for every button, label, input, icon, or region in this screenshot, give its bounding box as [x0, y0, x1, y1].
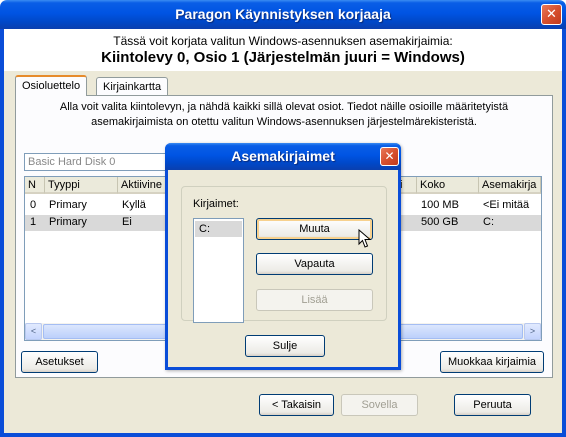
column-header-type[interactable]: Tyyppi: [45, 177, 118, 194]
apply-button: Sovella: [341, 394, 418, 416]
letters-list[interactable]: C:: [193, 218, 244, 323]
disk-select[interactable]: Basic Hard Disk 0: [24, 153, 174, 171]
cell-type: Primary: [49, 216, 87, 228]
chevron-right-icon: >: [529, 326, 536, 336]
cell-letter: <Ei mitää: [483, 199, 530, 211]
cell-n: 1: [30, 216, 37, 228]
dialog-close-button[interactable]: ✕: [380, 147, 399, 166]
scroll-right-button[interactable]: >: [524, 323, 541, 340]
add-letter-button-label: Lisää: [301, 294, 328, 306]
scroll-left-button[interactable]: <: [25, 323, 42, 340]
disk-select-value: Basic Hard Disk 0: [28, 156, 116, 168]
chevron-left-icon: <: [30, 326, 37, 336]
letters-label: Kirjaimet:: [193, 198, 239, 210]
cell-size: 500 GB: [421, 216, 459, 228]
dialog-close-button-label: Sulje: [272, 340, 298, 352]
apply-button-label: Sovella: [361, 399, 398, 411]
cell-letter: C:: [483, 216, 494, 228]
mouse-cursor-icon: [358, 229, 372, 248]
cancel-button-label: Peruuta: [473, 399, 512, 411]
settings-button-label: Asetukset: [35, 356, 84, 368]
dialog-titlebar[interactable]: Asemakirjaimet: [165, 143, 401, 170]
back-button-label: < Takaisin: [271, 399, 322, 411]
dialog-title: Asemakirjaimet: [231, 148, 335, 164]
tab-label: Osioluettelo: [22, 80, 81, 92]
close-icon: ✕: [546, 7, 557, 22]
column-header-n[interactable]: N: [25, 177, 45, 194]
edit-letters-button-label: Muokkaa kirjaimia: [447, 356, 537, 368]
release-letter-button-label: Vapauta: [294, 258, 335, 270]
list-item[interactable]: C:: [195, 221, 242, 237]
release-letter-button[interactable]: Vapauta: [256, 253, 373, 275]
panel-description: Alla voit valita kiintolevyn, ja nähdä k…: [59, 101, 509, 128]
window-titlebar[interactable]: Paragon Käynnistyksen korjaaja: [0, 0, 566, 29]
cell-type: Primary: [49, 199, 87, 211]
cell-size: 100 MB: [421, 199, 459, 211]
cell-active: Ei: [122, 216, 132, 228]
change-letter-button-label: Muuta: [299, 223, 330, 235]
cell-n: 0: [30, 199, 37, 211]
tab-partition-list[interactable]: Osioluettelo: [15, 75, 88, 96]
change-letter-button[interactable]: Muuta: [256, 218, 373, 240]
wizard-header: Tässä voit korjata valitun Windows-asenn…: [4, 29, 562, 71]
header-subtitle: Tässä voit korjata valitun Windows-asenn…: [113, 34, 453, 48]
column-header-letter[interactable]: Asemakirja: [479, 177, 541, 194]
window-close-button[interactable]: ✕: [541, 4, 562, 25]
column-header-active[interactable]: Aktiivine: [118, 177, 166, 194]
tab-letter-map[interactable]: Kirjainkartta: [96, 77, 169, 97]
column-header-size[interactable]: Koko: [417, 177, 479, 194]
add-letter-button: Lisää: [256, 289, 373, 311]
tab-label: Kirjainkartta: [103, 81, 162, 93]
close-icon: ✕: [384, 149, 395, 163]
cell-active: Kyllä: [122, 199, 146, 211]
header-title: Kiintolevy 0, Osio 1 (Järjestelmän juuri…: [101, 49, 465, 66]
window-title: Paragon Käynnistyksen korjaaja: [175, 6, 391, 22]
back-button[interactable]: < Takaisin: [259, 394, 334, 416]
dialog-close-action-button[interactable]: Sulje: [245, 335, 325, 357]
edit-letters-button[interactable]: Muokkaa kirjaimia: [440, 351, 544, 373]
cancel-button[interactable]: Peruuta: [454, 394, 531, 416]
settings-button[interactable]: Asetukset: [21, 351, 98, 373]
